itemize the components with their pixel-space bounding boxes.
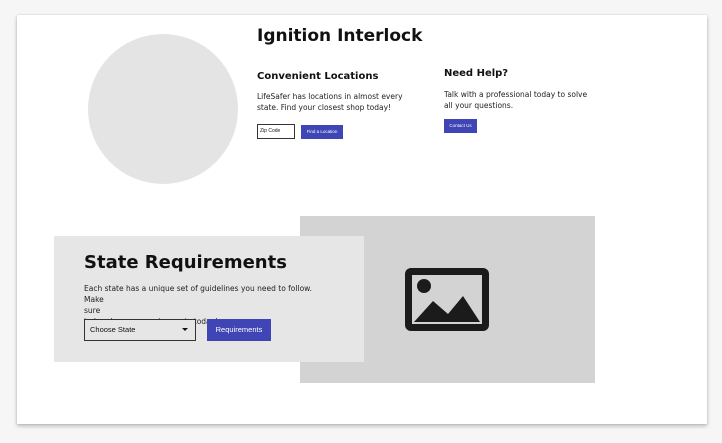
contact-us-button[interactable]: Contact Us (444, 119, 477, 133)
locations-text-line: LifeSafer has locations in almost every (257, 92, 403, 101)
choose-state-select[interactable]: Choose State (84, 319, 196, 341)
locations-heading: Convenient Locations (257, 71, 379, 82)
locations-text: LifeSafer has locations in almost every … (257, 91, 403, 113)
chevron-down-icon (182, 328, 188, 331)
image-placeholder-icon (405, 268, 489, 331)
avatar-placeholder (88, 34, 238, 184)
help-heading: Need Help? (444, 68, 509, 79)
state-text-line: Each state has a unique set of guideline… (84, 284, 312, 304)
requirements-button[interactable]: Requirements (207, 319, 271, 341)
help-text-line: all your questions. (444, 101, 514, 110)
state-requirements-heading: State Requirements (84, 252, 287, 273)
page-title: Ignition Interlock (257, 26, 423, 46)
help-text: Talk with a professional today to solve … (444, 89, 587, 111)
zip-code-input[interactable]: Zip Code (257, 124, 295, 139)
locations-text-line: state. Find your closest shop today! (257, 103, 392, 112)
state-text-line: sure (84, 306, 101, 315)
find-location-button[interactable]: Find a Location (301, 125, 343, 139)
choose-state-value: Choose State (90, 325, 136, 334)
help-text-line: Talk with a professional today to solve (444, 90, 588, 99)
